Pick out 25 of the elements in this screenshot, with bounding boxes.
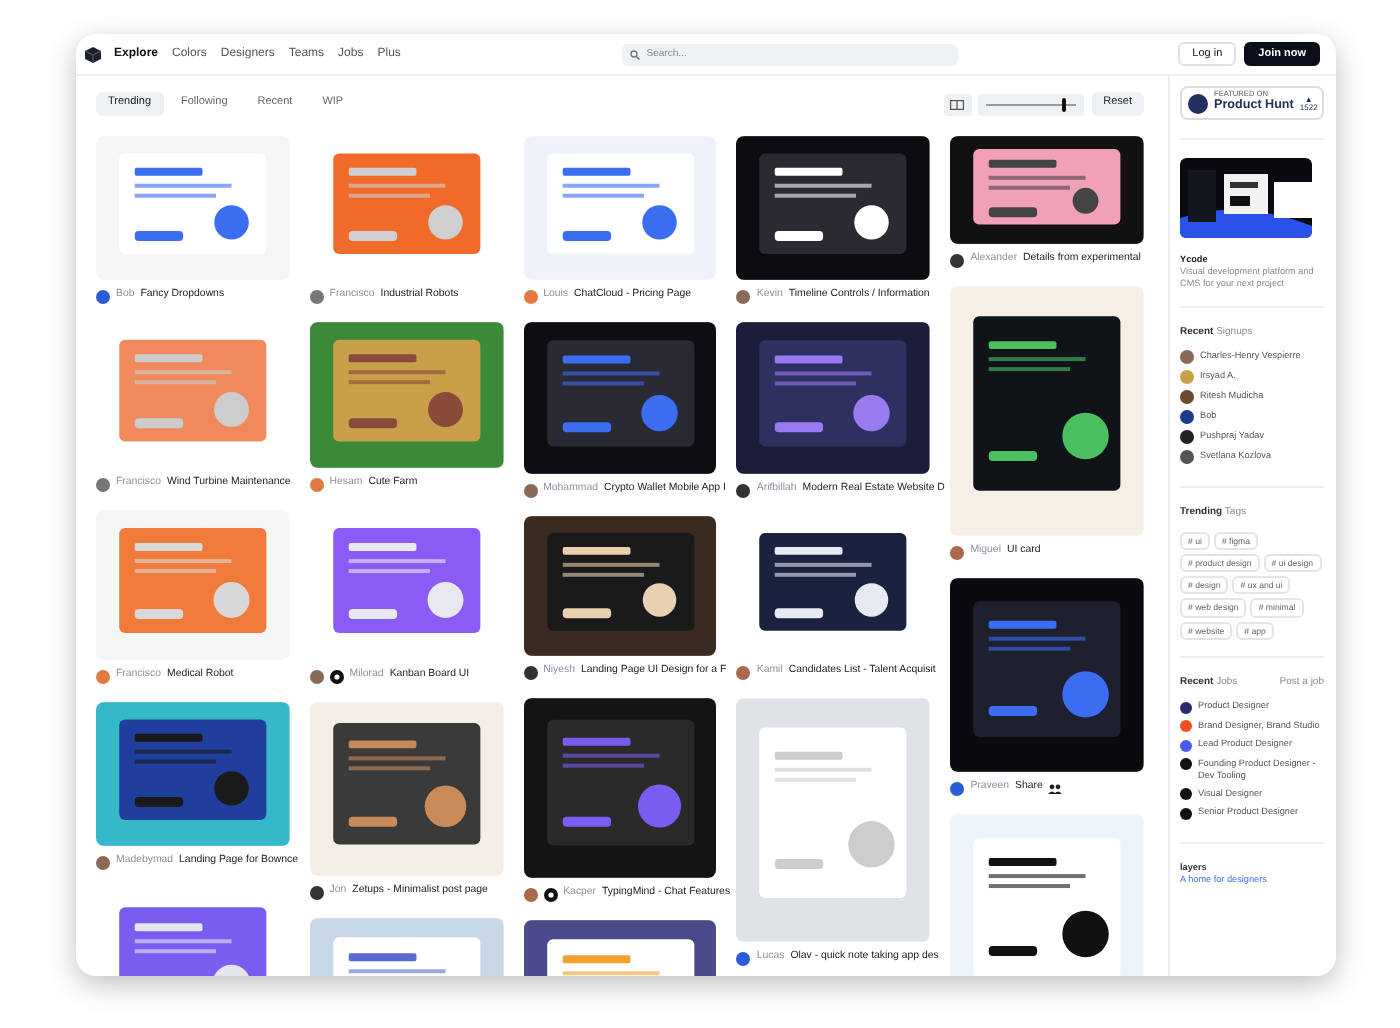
avatar xyxy=(736,483,751,497)
avatar xyxy=(950,253,965,267)
product-hunt-logo-icon xyxy=(1188,93,1208,113)
avatar xyxy=(950,781,965,795)
avatar xyxy=(96,855,110,869)
avatar xyxy=(309,289,324,303)
avatar xyxy=(96,289,110,303)
avatar xyxy=(736,951,751,965)
avatar xyxy=(736,665,751,679)
avatar xyxy=(950,545,965,559)
avatar xyxy=(309,885,324,899)
layout-icon xyxy=(950,99,965,109)
size-slider[interactable] xyxy=(977,93,1084,115)
layout-toggle-button[interactable] xyxy=(943,93,972,115)
slider-thumb[interactable] xyxy=(1061,97,1066,111)
avatar xyxy=(736,289,751,303)
avatar xyxy=(309,669,324,683)
avatar xyxy=(96,669,110,683)
logo-icon xyxy=(84,45,102,63)
avatar xyxy=(523,665,538,679)
avatar xyxy=(523,887,538,901)
avatar xyxy=(309,477,324,491)
avatar xyxy=(96,477,110,491)
avatar xyxy=(523,289,538,303)
avatar xyxy=(523,483,538,497)
